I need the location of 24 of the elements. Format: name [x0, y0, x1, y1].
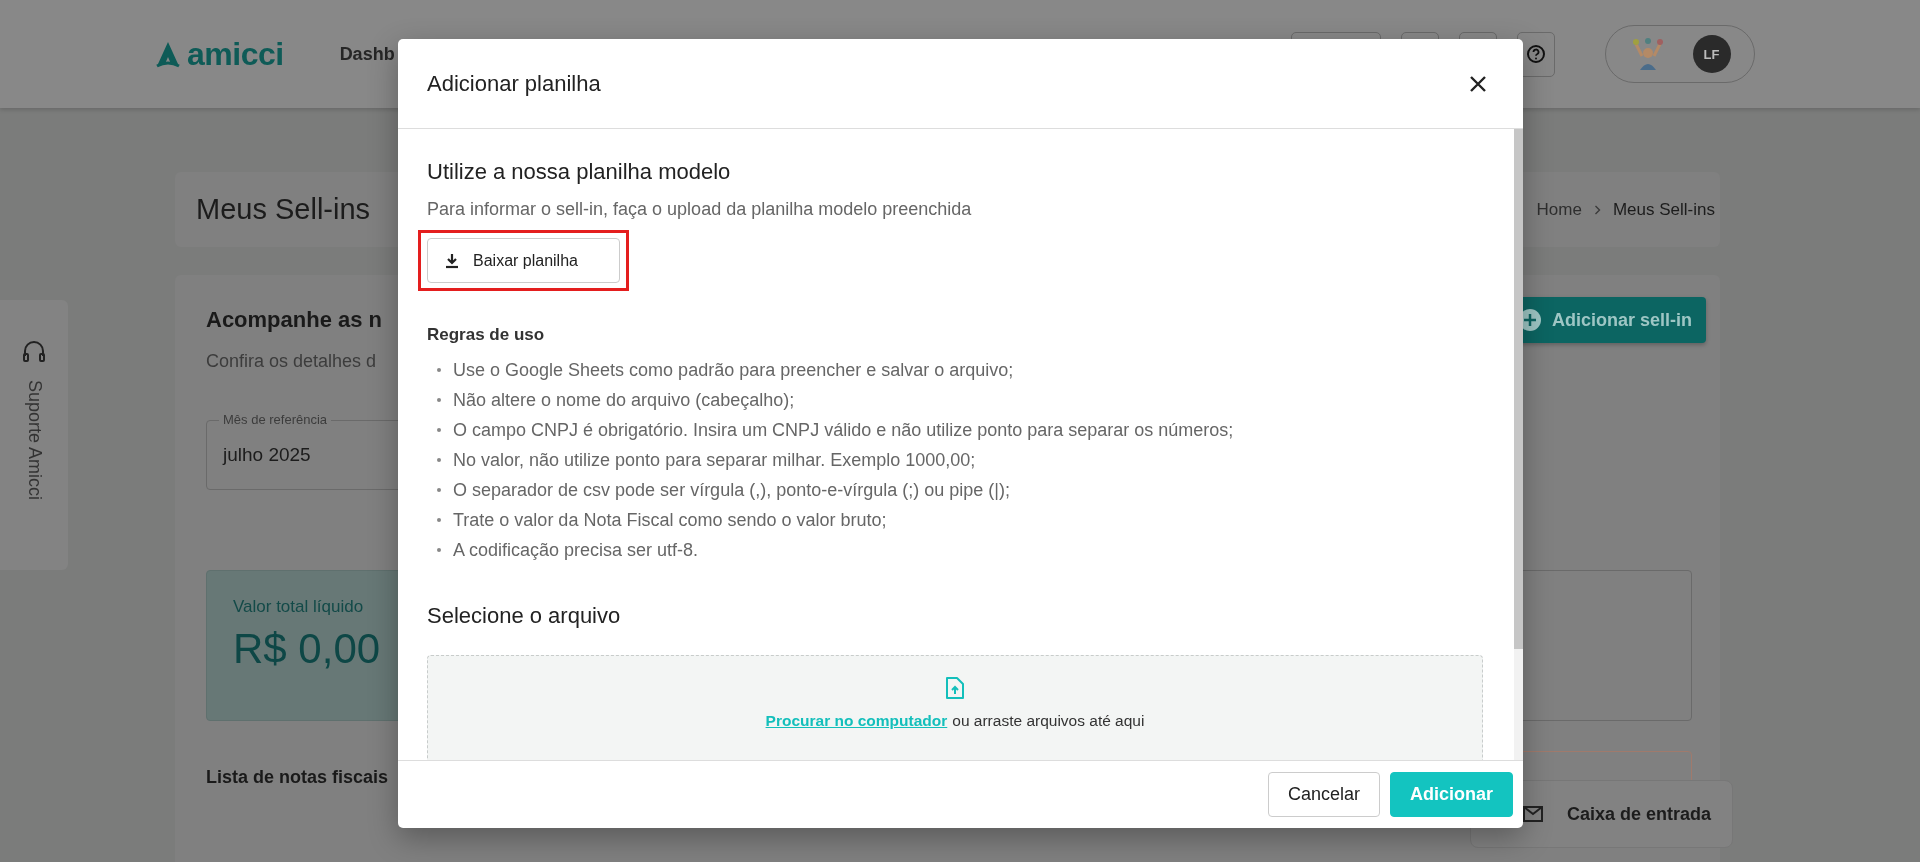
dialog-title: Adicionar planilha	[427, 70, 601, 97]
section-description: Para informar o sell-in, faça o upload da planilha modelo preenchida	[427, 199, 973, 220]
rule-text: O separador de csv pode ser vírgula (,), ponto-e-vírgula (;) ou pipe (|);	[453, 479, 1010, 501]
rule-text: O campo CNPJ é obrigatório. Insira um CNPJ válido e não utilize ponto para separar os números;	[453, 419, 1234, 441]
logo-text: amicci	[187, 35, 284, 73]
card-label: Valor total líquido	[233, 597, 364, 617]
section-description: Confira os detalhes d	[206, 351, 378, 372]
rule-text: No valor, não utilize ponto para separar milhar. Exemplo 1000,00;	[453, 449, 976, 471]
user-avatar: LF	[1692, 35, 1731, 73]
list-heading: Lista de notas fiscais	[206, 767, 389, 789]
dropzone-text: ou arraste arquivos até aqui	[952, 712, 1145, 730]
rule-text: Não altere o nome do arquivo (cabeçalho);	[453, 389, 795, 411]
field-value: julho 2025	[223, 444, 311, 466]
field-label: Mês de referência	[219, 412, 332, 427]
page-title: Meus Sell-ins	[196, 193, 371, 226]
section-heading: Acompanhe as n	[206, 307, 383, 333]
section-heading: Utilize a nossa planilha modelo	[427, 159, 732, 185]
rule-text: A codificação precisa ser utf-8.	[453, 539, 699, 561]
rule-text: Use o Google Sheets como padrão para preencher e salvar o arquivo;	[453, 359, 1014, 381]
rule-text: Trate o valor da Nota Fiscal como sendo o valor bruto;	[453, 509, 887, 531]
support-label: Suporte Amicci	[23, 380, 45, 501]
rules-heading: Regras de uso	[427, 325, 546, 345]
section-heading: Selecione o arquivo	[427, 603, 622, 629]
card-value: R$ 0,00	[233, 625, 381, 673]
